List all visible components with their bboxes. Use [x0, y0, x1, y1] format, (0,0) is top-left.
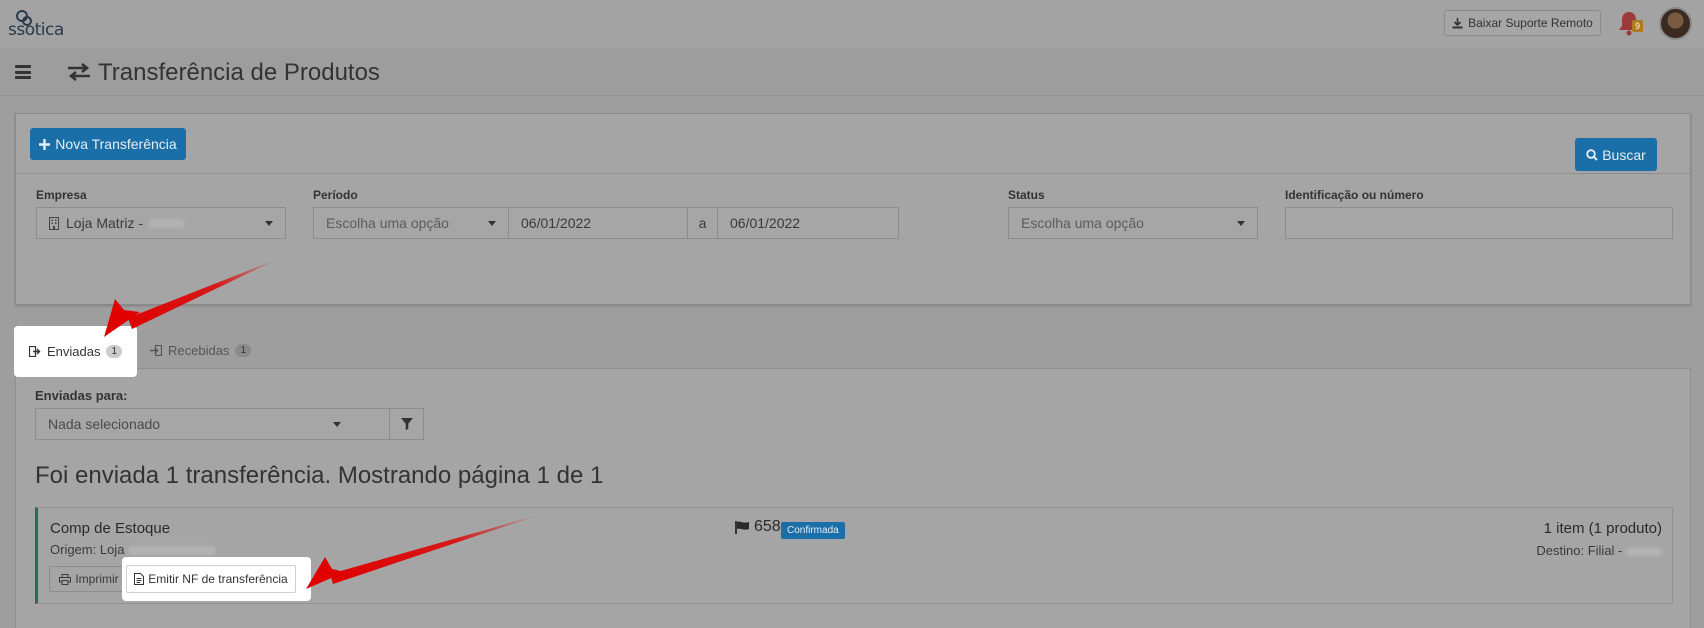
tab-recebidas[interactable]: Recebidas 1 [150, 338, 251, 362]
ssotica-logo[interactable]: ssotica [8, 10, 78, 40]
transfer-origin-label: Origem: Loja [50, 542, 125, 557]
avatar[interactable] [1659, 7, 1692, 40]
remote-support-button[interactable]: Baixar Suporte Remoto [1444, 10, 1601, 36]
date-to-value: 06/01/2022 [730, 215, 801, 231]
chevron-down-icon [1237, 221, 1245, 226]
chevron-down-icon [488, 221, 496, 226]
identificacao-input[interactable] [1285, 207, 1673, 239]
date-from-input[interactable]: 06/01/2022 [508, 207, 688, 239]
sign-in-icon [150, 344, 162, 356]
filter-icon [400, 418, 413, 430]
sent-to-value: Nada selecionado [48, 416, 161, 432]
empresa-value: Loja Matriz - [66, 215, 144, 231]
tab-enviadas[interactable]: Enviadas 1 [14, 326, 137, 377]
search-button[interactable]: Buscar [1575, 138, 1657, 171]
redacted-text [1626, 547, 1662, 557]
sign-out-icon [29, 346, 41, 357]
periodo-label: Período [313, 188, 358, 202]
new-transfer-label: Nova Transferência [55, 136, 177, 152]
logo-text: ssotica [8, 20, 64, 40]
chevron-down-icon [265, 221, 273, 226]
print-icon [59, 573, 72, 585]
download-icon [1452, 17, 1463, 28]
notification-badge: 9 [1632, 20, 1644, 32]
transfer-number: 658 [735, 518, 781, 536]
empresa-select[interactable]: Loja Matriz - [36, 207, 286, 239]
transfer-destination: Destino: Filial - [1536, 543, 1662, 558]
date-to-input[interactable]: 06/01/2022 [717, 207, 899, 239]
new-transfer-button[interactable]: Nova Transferência [30, 128, 186, 160]
periodo-select[interactable]: Escolha uma opção [313, 207, 509, 239]
date-from-value: 06/01/2022 [521, 215, 592, 231]
redacted-text [128, 546, 217, 556]
transfer-items: 1 item (1 produto) [1543, 520, 1662, 537]
print-button-label: Imprimir [75, 572, 119, 586]
transfer-title: Comp de Estoque [50, 520, 171, 537]
transfer-destination-label: Destino: Filial - [1536, 543, 1623, 558]
periodo-select-value: Escolha uma opção [326, 215, 449, 231]
panel-divider [16, 173, 1690, 174]
emit-nf-button[interactable]: Emitir NF de transferência [126, 565, 296, 593]
page-title: Transferência de Produtos [98, 59, 380, 86]
tab-enviadas-label: Enviadas [47, 344, 101, 359]
search-button-label: Buscar [1602, 146, 1646, 163]
transfer-arrows-icon [68, 62, 90, 82]
remote-support-label: Baixar Suporte Remoto [1468, 16, 1593, 30]
tab-recebidas-label: Recebidas [168, 342, 230, 358]
top-bar: ssotica Baixar Suporte Remoto 9 [0, 0, 1704, 48]
status-select-value: Escolha uma opção [1021, 215, 1144, 231]
tab-recebidas-count: 1 [235, 343, 251, 357]
filter-panel: Nova Transferência Empresa Loja Matriz -… [15, 113, 1691, 305]
hamburger-menu-icon[interactable] [15, 65, 31, 79]
tab-enviadas-count: 1 [106, 345, 123, 358]
title-bar: Transferência de Produtos [0, 48, 1704, 96]
transfer-number-value: 658 [754, 518, 781, 535]
status-badge: Confirmada [781, 522, 845, 539]
transfer-origin: Origem: Loja [50, 542, 217, 557]
flag-icon [735, 520, 749, 534]
sent-to-select[interactable]: Nada selecionado [35, 408, 390, 440]
filter-button[interactable] [389, 408, 424, 440]
search-icon [1586, 148, 1598, 161]
print-button[interactable]: Imprimir [49, 566, 129, 592]
plus-icon [39, 138, 51, 150]
redacted-text [149, 218, 186, 228]
building-icon [49, 216, 59, 230]
status-label: Status [1008, 188, 1045, 202]
empresa-label: Empresa [36, 188, 87, 202]
identificacao-label: Identificação ou número [1285, 188, 1424, 202]
emit-nf-label: Emitir NF de transferência [148, 572, 288, 586]
results-summary: Foi enviada 1 transferência. Mostrando p… [35, 462, 604, 489]
chevron-down-icon [333, 422, 341, 427]
date-separator: a [687, 207, 718, 239]
file-text-icon [134, 573, 145, 585]
date-separator-text: a [698, 215, 707, 231]
status-select[interactable]: Escolha uma opção [1008, 207, 1258, 239]
sent-to-label: Enviadas para: [35, 388, 128, 403]
